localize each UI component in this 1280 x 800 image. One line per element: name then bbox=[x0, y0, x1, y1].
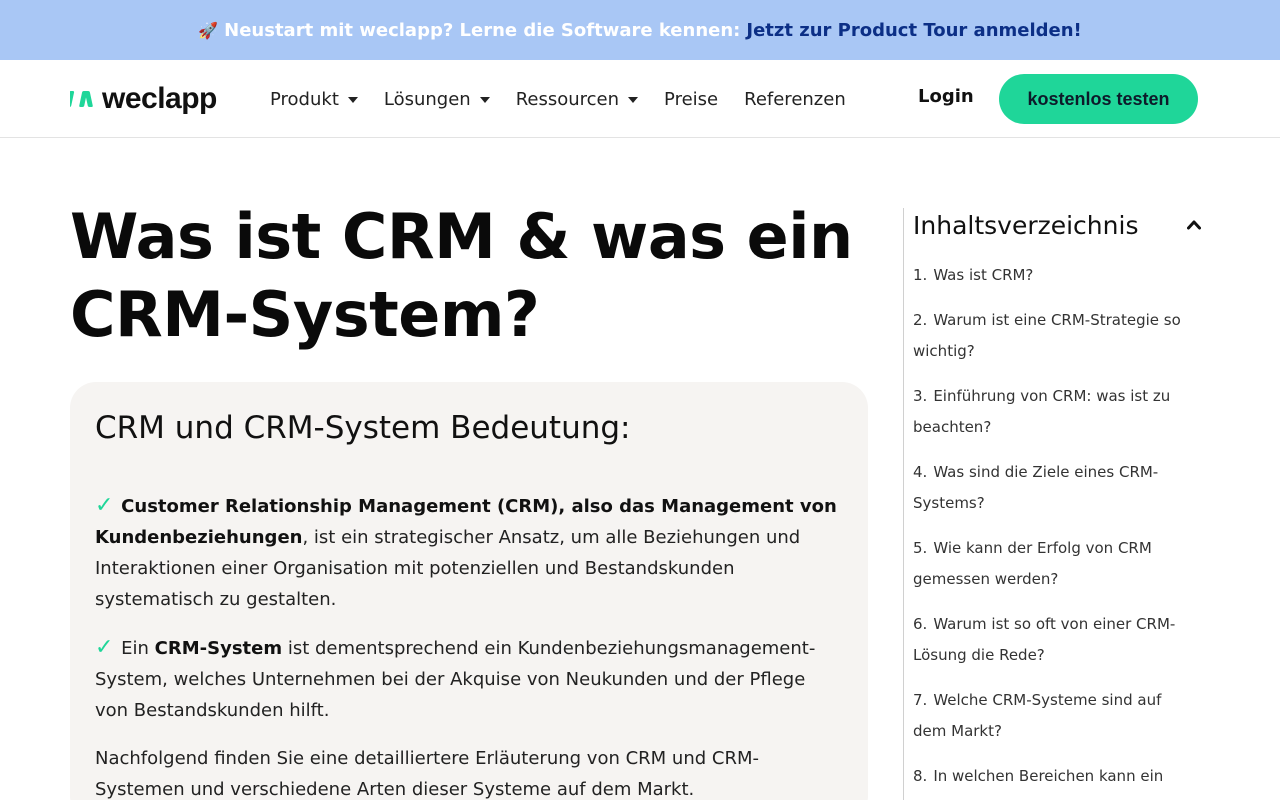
nav-item-preise[interactable]: Preise bbox=[664, 89, 718, 110]
page-title: Was ist CRM & was ein CRM-System? bbox=[70, 198, 870, 354]
page-title-line-1: Was ist CRM & was ein bbox=[70, 200, 853, 273]
toc-item-label: Was ist CRM? bbox=[933, 266, 1034, 284]
logo-text: weclapp bbox=[102, 82, 217, 115]
toc-item-number: 8. bbox=[913, 767, 928, 785]
check-icon: ✓ bbox=[95, 493, 114, 518]
toc-item-number: 3. bbox=[913, 387, 928, 405]
definition-card: CRM und CRM-System Bedeutung: ✓ Customer… bbox=[70, 382, 868, 800]
nav-item-label: Ressourcen bbox=[515, 88, 620, 110]
nav-item-label: Referenzen bbox=[744, 88, 846, 110]
toc-item[interactable]: 1. Was ist CRM? bbox=[913, 260, 1193, 291]
toc-item-label: Welche CRM-Systeme sind auf dem Markt? bbox=[913, 691, 1162, 740]
nav-item-label: Preise bbox=[664, 88, 719, 110]
toc-item[interactable]: 8.In welchen Bereichen kann ein CRM- bbox=[913, 761, 1193, 800]
toc-item[interactable]: 7. Welche CRM-Systeme sind auf dem Markt? bbox=[913, 685, 1193, 747]
page-title-line-2: CRM-System? bbox=[70, 278, 540, 351]
toc-item-label: In welchen Bereichen kann ein CRM- bbox=[913, 767, 1164, 800]
nav-menu: Produkt Lösungen Ressourcen Preise Refer… bbox=[270, 60, 872, 138]
nav-item-referenzen[interactable]: Referenzen bbox=[744, 89, 846, 110]
toc-item[interactable]: 3. Einführung von CRM: was ist zu beachte… bbox=[913, 381, 1193, 443]
toc-item[interactable]: 4. Was sind die Ziele eines CRM-Systems? bbox=[913, 457, 1193, 519]
nav-item-produkt[interactable]: Produkt bbox=[270, 89, 358, 110]
toc-item-label: Warum ist eine CRM-Strategie so wichtig? bbox=[913, 311, 1181, 360]
toc-item[interactable]: 2. Warum ist eine CRM-Strategie so wichti… bbox=[913, 305, 1193, 367]
nav-item-label: Produkt bbox=[270, 88, 339, 110]
nav-item-label: Lösungen bbox=[383, 88, 471, 110]
toc-item-label: Einführung von CRM: was ist zu beachten? bbox=[913, 387, 1171, 436]
toc-item-number: 4. bbox=[913, 463, 928, 481]
card-paragraph-crm: ✓ Customer Relationship Management (CRM)… bbox=[95, 490, 843, 615]
weclapp-logo-icon bbox=[70, 91, 93, 107]
toc-item-number: 6. bbox=[913, 615, 928, 633]
check-icon: ✓ bbox=[95, 635, 114, 660]
nav-item-ressourcen[interactable]: Ressourcen bbox=[515, 88, 639, 110]
free-trial-button[interactable]: kostenlos testen bbox=[999, 74, 1198, 124]
chevron-up-icon[interactable] bbox=[1187, 218, 1201, 232]
caret-down-icon bbox=[347, 97, 358, 103]
card-paragraph-intro: Nachfolgend finden Sie eine detaillierte… bbox=[95, 748, 759, 800]
toc-item-label: Warum ist so oft von einer CRM-Lösung di… bbox=[913, 615, 1176, 664]
announcement-banner: 🚀 Neustart mit weclapp? Lerne die Softwa… bbox=[0, 0, 1280, 60]
toc-item-number: 2. bbox=[913, 311, 928, 329]
rocket-icon: 🚀 bbox=[198, 20, 219, 40]
caret-down-icon bbox=[479, 97, 490, 103]
banner-text: Neustart mit weclapp? Lerne die Software… bbox=[224, 19, 741, 41]
login-link[interactable]: Login bbox=[918, 86, 974, 107]
toc-item-number: 7. bbox=[913, 691, 928, 709]
toc-item[interactable]: 5. Wie kann der Erfolg von CRM gemessen w… bbox=[913, 533, 1193, 595]
toc-title: Inhaltsverzeichnis bbox=[913, 210, 1139, 240]
card-paragraph-crm-system-pre: Ein bbox=[115, 638, 155, 659]
card-paragraph-crm-system: ✓ Ein CRM-System ist dementsprechend ein… bbox=[95, 632, 843, 726]
toc-item[interactable]: 6. Warum ist so oft von einer CRM-Lösung … bbox=[913, 609, 1193, 671]
toc-item-number: 1. bbox=[913, 266, 928, 284]
toc-header[interactable]: Inhaltsverzeichnis bbox=[913, 208, 1203, 242]
toc-list: 1. Was ist CRM? 2. Warum ist eine CRM-Stra… bbox=[913, 260, 1203, 800]
card-paragraph-crm-system-bold: CRM-System bbox=[154, 638, 283, 659]
toc-item-number: 5. bbox=[913, 539, 928, 557]
product-tour-link[interactable]: Jetzt zur Product Tour anmelden! bbox=[746, 20, 1081, 41]
card-heading: CRM und CRM-System Bedeutung: bbox=[95, 410, 631, 446]
nav-item-loesungen[interactable]: Lösungen bbox=[384, 89, 490, 110]
caret-down-icon bbox=[628, 97, 639, 103]
table-of-contents: Inhaltsverzeichnis 1. Was ist CRM? 2. Waru… bbox=[903, 208, 1203, 800]
weclapp-logo[interactable]: weclapp bbox=[70, 82, 217, 116]
toc-item-label: Was sind die Ziele eines CRM-Systems? bbox=[913, 463, 1159, 512]
toc-item-label: Wie kann der Erfolg von CRM gemessen wer… bbox=[913, 539, 1152, 588]
